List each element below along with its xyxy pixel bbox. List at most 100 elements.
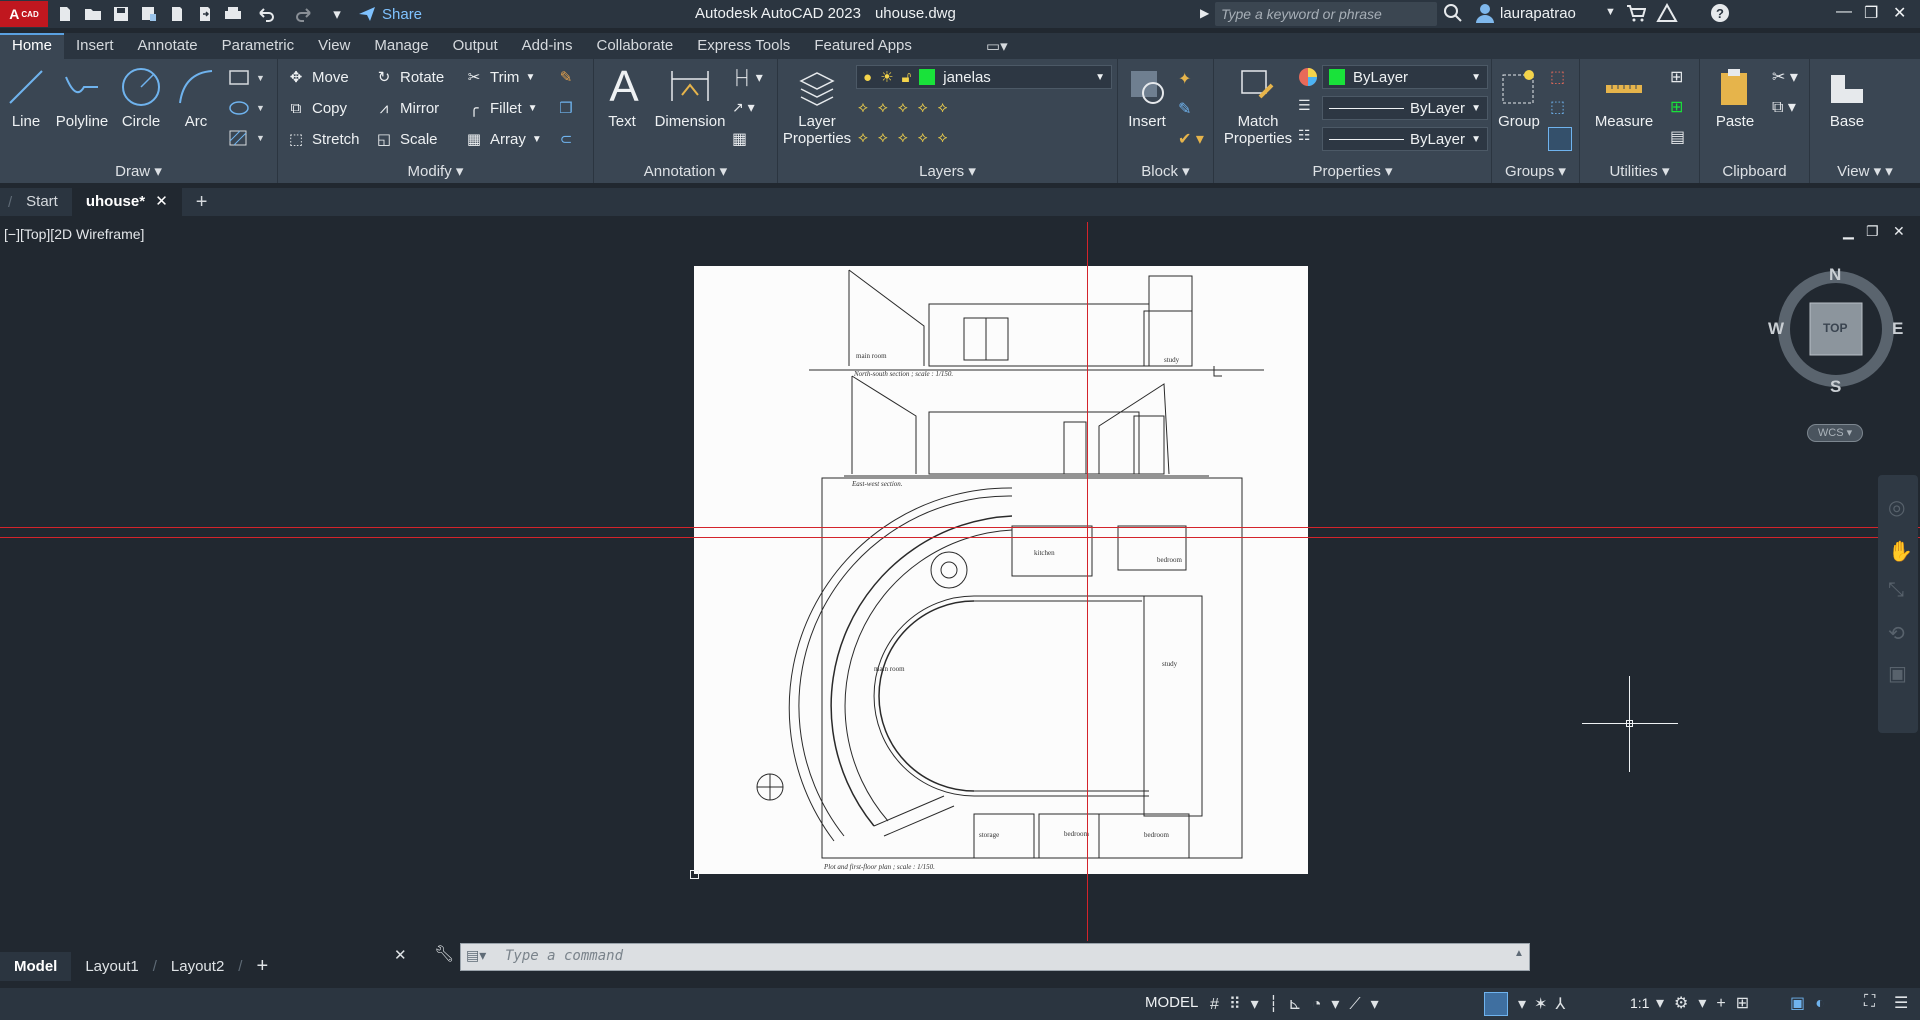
tab-featured-apps[interactable]: Featured Apps [802, 33, 924, 59]
quick-select-icon[interactable]: ⊞ [1670, 67, 1683, 87]
search-input[interactable]: Type a keyword or phrase [1215, 2, 1437, 26]
tab-parametric[interactable]: Parametric [210, 33, 307, 59]
viewcube-north[interactable]: N [1829, 265, 1841, 285]
save-to-web-icon[interactable] [194, 4, 216, 24]
group-edit-icon[interactable]: ⬚ [1550, 97, 1565, 117]
command-prompt-icon[interactable]: ▤▾ [466, 947, 486, 964]
tab-express-tools[interactable]: Express Tools [685, 33, 802, 59]
cart-icon[interactable] [1626, 4, 1647, 26]
user-icon[interactable] [1475, 3, 1495, 27]
ungroup-icon[interactable]: ⬚ [1550, 67, 1565, 87]
properties-panel-title[interactable]: Properties ▾ [1214, 161, 1491, 183]
mirror-button[interactable]: ⩘ Mirror [374, 96, 439, 120]
hatch-icon[interactable]: ▼ [228, 129, 265, 152]
layer-tools-row-1[interactable]: ⟡⟡⟡⟡⟡ [858, 99, 958, 116]
tab-add-ins[interactable]: Add-ins [510, 33, 585, 59]
text-button[interactable]: A Text [602, 62, 642, 130]
tab-layout2[interactable]: Layout2 [157, 958, 238, 975]
restore-icon[interactable]: ❐ [1864, 3, 1878, 23]
offset-icon[interactable]: ⊂ [556, 127, 576, 151]
annotation-scale[interactable]: 1:1 [1630, 995, 1649, 1011]
group-select-icon[interactable] [1548, 127, 1572, 151]
scale-button[interactable]: ◱ Scale [374, 127, 438, 151]
user-name[interactable]: laurapatrao [1500, 5, 1576, 22]
measure-button[interactable]: Measure [1584, 65, 1664, 130]
viewport-minimize-icon[interactable]: ▁ [1843, 223, 1854, 240]
share-button[interactable]: Share [358, 6, 422, 23]
open-from-web-icon[interactable] [166, 4, 188, 24]
close-command-icon[interactable]: ✕ [394, 946, 407, 964]
base-button[interactable]: Base [1822, 65, 1872, 130]
paste-button[interactable]: Paste [1710, 65, 1760, 130]
dimension-button[interactable]: Dimension [652, 65, 728, 130]
chevron-right-icon[interactable]: ▶ [1200, 6, 1209, 20]
circle-button[interactable]: Circle [116, 65, 166, 130]
color-dropdown[interactable]: ByLayer ▼ [1322, 65, 1488, 89]
fullscreen-icon[interactable]: ⛶ [1864, 993, 1875, 1011]
cut-icon[interactable]: ✂ ▾ [1772, 67, 1798, 87]
redo-icon[interactable] [288, 4, 320, 24]
customize-command-icon[interactable]: 🔧︎ [434, 944, 454, 964]
zoom-extents-icon[interactable]: ⤡ [1888, 579, 1904, 602]
color-wheel-icon[interactable] [1298, 67, 1318, 92]
tab-layout1[interactable]: Layout1 [71, 958, 152, 975]
viewcube-east[interactable]: E [1892, 319, 1903, 339]
showmotion-icon[interactable]: ▣ [1888, 661, 1907, 686]
copy-button[interactable]: ⧉ Copy [286, 96, 347, 120]
autodesk-app-icon[interactable] [1656, 2, 1678, 27]
new-tab-icon[interactable]: + [182, 188, 222, 216]
array-button[interactable]: ▦ Array ▼ [464, 127, 542, 151]
tab-uhouse[interactable]: uhouse* ✕ [71, 188, 182, 216]
pan-icon[interactable]: ✋ [1888, 539, 1913, 564]
close-icon[interactable]: ✕ [1893, 3, 1906, 23]
customize-quick-access-icon[interactable]: ▾ [326, 4, 348, 24]
save-icon[interactable] [110, 4, 132, 24]
viewcube-west[interactable]: W [1768, 319, 1784, 339]
new-layout-icon[interactable]: + [242, 955, 282, 978]
ellipse-icon[interactable]: ▼ [228, 99, 265, 122]
match-properties-button[interactable]: Match Properties [1214, 65, 1302, 147]
help-icon[interactable]: ? [1710, 3, 1730, 27]
tab-insert[interactable]: Insert [64, 33, 126, 59]
open-folder-icon[interactable] [82, 4, 104, 24]
viewport-restore-icon[interactable]: ❐ [1866, 223, 1879, 240]
modify-panel-title[interactable]: Modify ▾ [278, 161, 593, 183]
block-panel-title[interactable]: Block ▾ [1118, 161, 1213, 183]
model-space-button[interactable]: MODEL [1145, 994, 1198, 1011]
line-button[interactable]: Line [4, 65, 48, 130]
lineweight-dropdown[interactable]: ByLayer ▼ [1322, 127, 1488, 151]
wcs-menu[interactable]: WCS ▾ [1807, 424, 1863, 442]
layer-properties-button[interactable]: Layer Properties [782, 65, 852, 147]
copy-clip-icon[interactable]: ⧉ ▾ [1772, 97, 1796, 117]
block-attributes-icon[interactable]: ✔ ▾ [1178, 129, 1204, 149]
selection-filter-icon[interactable]: ▾✶⅄ [1518, 994, 1573, 1014]
erase-icon[interactable]: ✎ [556, 65, 576, 89]
groups-panel-title[interactable]: Groups ▾ [1492, 161, 1579, 183]
draw-panel-title[interactable]: Draw ▾ [0, 161, 277, 183]
annotation-panel-title[interactable]: Annotation ▾ [594, 161, 777, 183]
move-button[interactable]: ✥ Move [286, 65, 349, 89]
rotate-button[interactable]: ↻ Rotate [374, 65, 445, 89]
viewport-close-icon[interactable]: ✕ [1893, 223, 1905, 240]
create-block-icon[interactable]: ✦ [1178, 69, 1191, 89]
tab-view[interactable]: View [306, 33, 362, 59]
tab-home[interactable]: Home [0, 33, 65, 59]
viewcube-top-face[interactable]: TOP [1823, 321, 1847, 335]
layers-panel-title[interactable]: Layers ▾ [778, 161, 1117, 183]
view-panel-title[interactable]: View ▾ ▾ [1810, 161, 1920, 183]
drawing-viewport[interactable]: [−][Top][2D Wireframe] ▁ ❐ ✕ main room s… [0, 219, 1920, 941]
ribbon-toggle-icon[interactable]: ▭▾ [974, 33, 1020, 59]
trim-button[interactable]: ✂ Trim ▼ [464, 65, 536, 89]
layer-tools-row-2[interactable]: ⟡⟡⟡⟡⟡ [858, 129, 958, 146]
minimize-icon[interactable]: — [1836, 3, 1852, 21]
explode-icon[interactable]: ❒ [556, 96, 576, 120]
tab-model[interactable]: Model [0, 951, 72, 981]
calculator-icon[interactable]: ▤ [1670, 127, 1685, 147]
settings-toggles-icon[interactable]: ▾⚙▾+⊞ [1656, 993, 1759, 1013]
group-button[interactable]: Group [1494, 65, 1544, 130]
customization-menu-icon[interactable]: ☰ [1894, 993, 1908, 1013]
new-file-icon[interactable] [54, 4, 76, 24]
table-icon[interactable]: ▦ [732, 129, 747, 149]
workspace-icon[interactable]: ▣◐ [1790, 993, 1835, 1013]
save-as-icon[interactable] [138, 4, 160, 24]
